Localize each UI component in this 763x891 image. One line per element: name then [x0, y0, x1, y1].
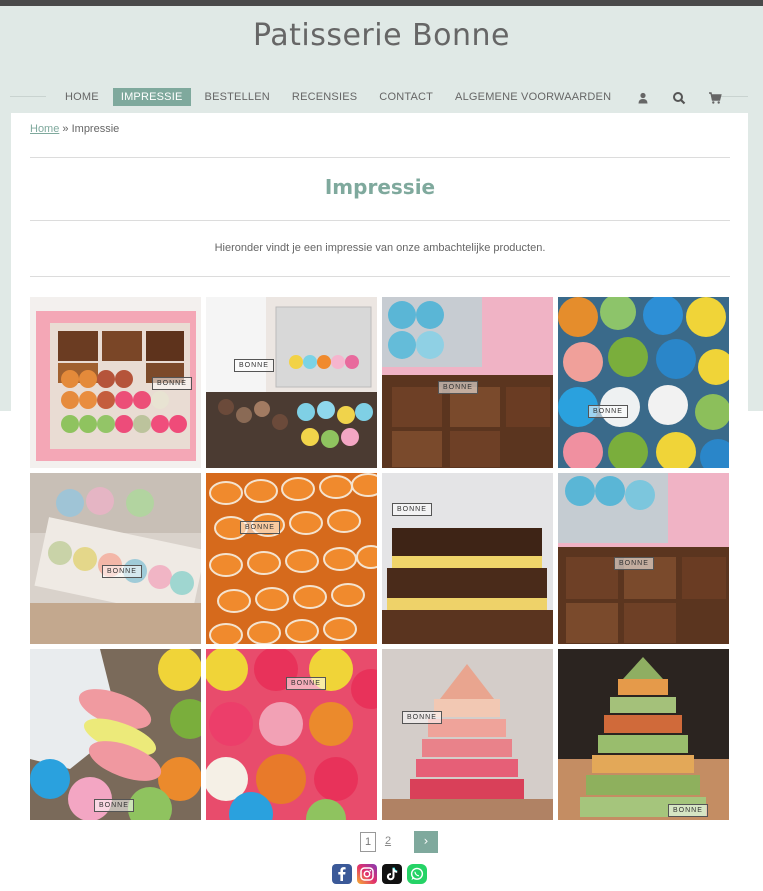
bonne-watermark: BONNE — [392, 503, 432, 516]
nav-item-home[interactable]: HOME — [57, 88, 107, 106]
nav-item-algemene-voorwaarden[interactable]: ALGEMENE VOORWAARDEN — [447, 88, 619, 106]
gallery-photo[interactable]: BONNE — [206, 473, 377, 644]
bonne-watermark: BONNE — [668, 804, 708, 817]
breadcrumb-home-link[interactable]: Home — [30, 123, 59, 135]
pagination: 1 2 › — [360, 831, 438, 853]
divider — [30, 220, 730, 221]
facebook-icon[interactable] — [332, 864, 352, 884]
bonne-watermark: BONNE — [438, 381, 478, 394]
gallery-photo[interactable]: BONNE — [206, 297, 377, 468]
breadcrumb-current: Impressie — [71, 123, 120, 135]
bonne-watermark: BONNE — [402, 711, 442, 724]
next-page-button[interactable]: › — [414, 831, 438, 853]
gallery-photo[interactable]: BONNE — [30, 649, 201, 820]
gallery-photo[interactable]: BONNE — [206, 649, 377, 820]
main-navigation: HOME IMPRESSIE BESTELLEN RECENSIES CONTA… — [57, 86, 733, 107]
gallery-photo[interactable]: BONNE — [558, 297, 729, 468]
gallery-photo[interactable]: BONNE — [382, 473, 553, 644]
nav-item-bestellen[interactable]: BESTELLEN — [197, 88, 278, 106]
breadcrumb: Home » Impressie — [30, 123, 119, 135]
gallery-photo[interactable]: BONNE — [382, 649, 553, 820]
photo-gallery: BONNE BONNE BONNE BONNE BONNE BONNE BONN… — [30, 297, 730, 820]
divider — [30, 157, 730, 158]
bonne-watermark: BONNE — [286, 677, 326, 690]
site-title[interactable]: Patisserie Bonne — [0, 18, 763, 53]
bonne-watermark: BONNE — [102, 565, 142, 578]
cart-icon[interactable] — [708, 90, 722, 104]
breadcrumb-separator: » — [62, 123, 69, 135]
gallery-photo[interactable]: BONNE — [558, 473, 729, 644]
user-icon[interactable] — [636, 90, 650, 104]
bonne-watermark: BONNE — [240, 521, 280, 534]
instagram-icon[interactable] — [357, 864, 377, 884]
bonne-watermark: BONNE — [234, 359, 274, 372]
page-2-link[interactable]: 2 — [380, 832, 396, 852]
nav-item-contact[interactable]: CONTACT — [371, 88, 441, 106]
nav-item-recensies[interactable]: RECENSIES — [284, 88, 365, 106]
whatsapp-icon[interactable] — [407, 864, 427, 884]
bonne-watermark: BONNE — [614, 557, 654, 570]
nav-divider-left — [10, 96, 46, 97]
bonne-watermark: BONNE — [152, 377, 192, 390]
tiktok-icon[interactable] — [382, 864, 402, 884]
nav-item-impressie[interactable]: IMPRESSIE — [112, 87, 191, 106]
gallery-photo[interactable]: BONNE — [558, 649, 729, 820]
gallery-photo[interactable]: BONNE — [382, 297, 553, 468]
gallery-photo[interactable]: BONNE — [30, 297, 201, 468]
intro-text: Hieronder vindt je een impressie van onz… — [214, 242, 546, 254]
divider — [30, 276, 730, 277]
page-1: 1 — [360, 832, 376, 852]
social-links — [332, 864, 432, 884]
bonne-watermark: BONNE — [94, 799, 134, 812]
gallery-photo[interactable]: BONNE — [30, 473, 201, 644]
bonne-watermark: BONNE — [588, 405, 628, 418]
search-icon[interactable] — [672, 90, 686, 104]
page-title: Impressie — [324, 175, 436, 199]
